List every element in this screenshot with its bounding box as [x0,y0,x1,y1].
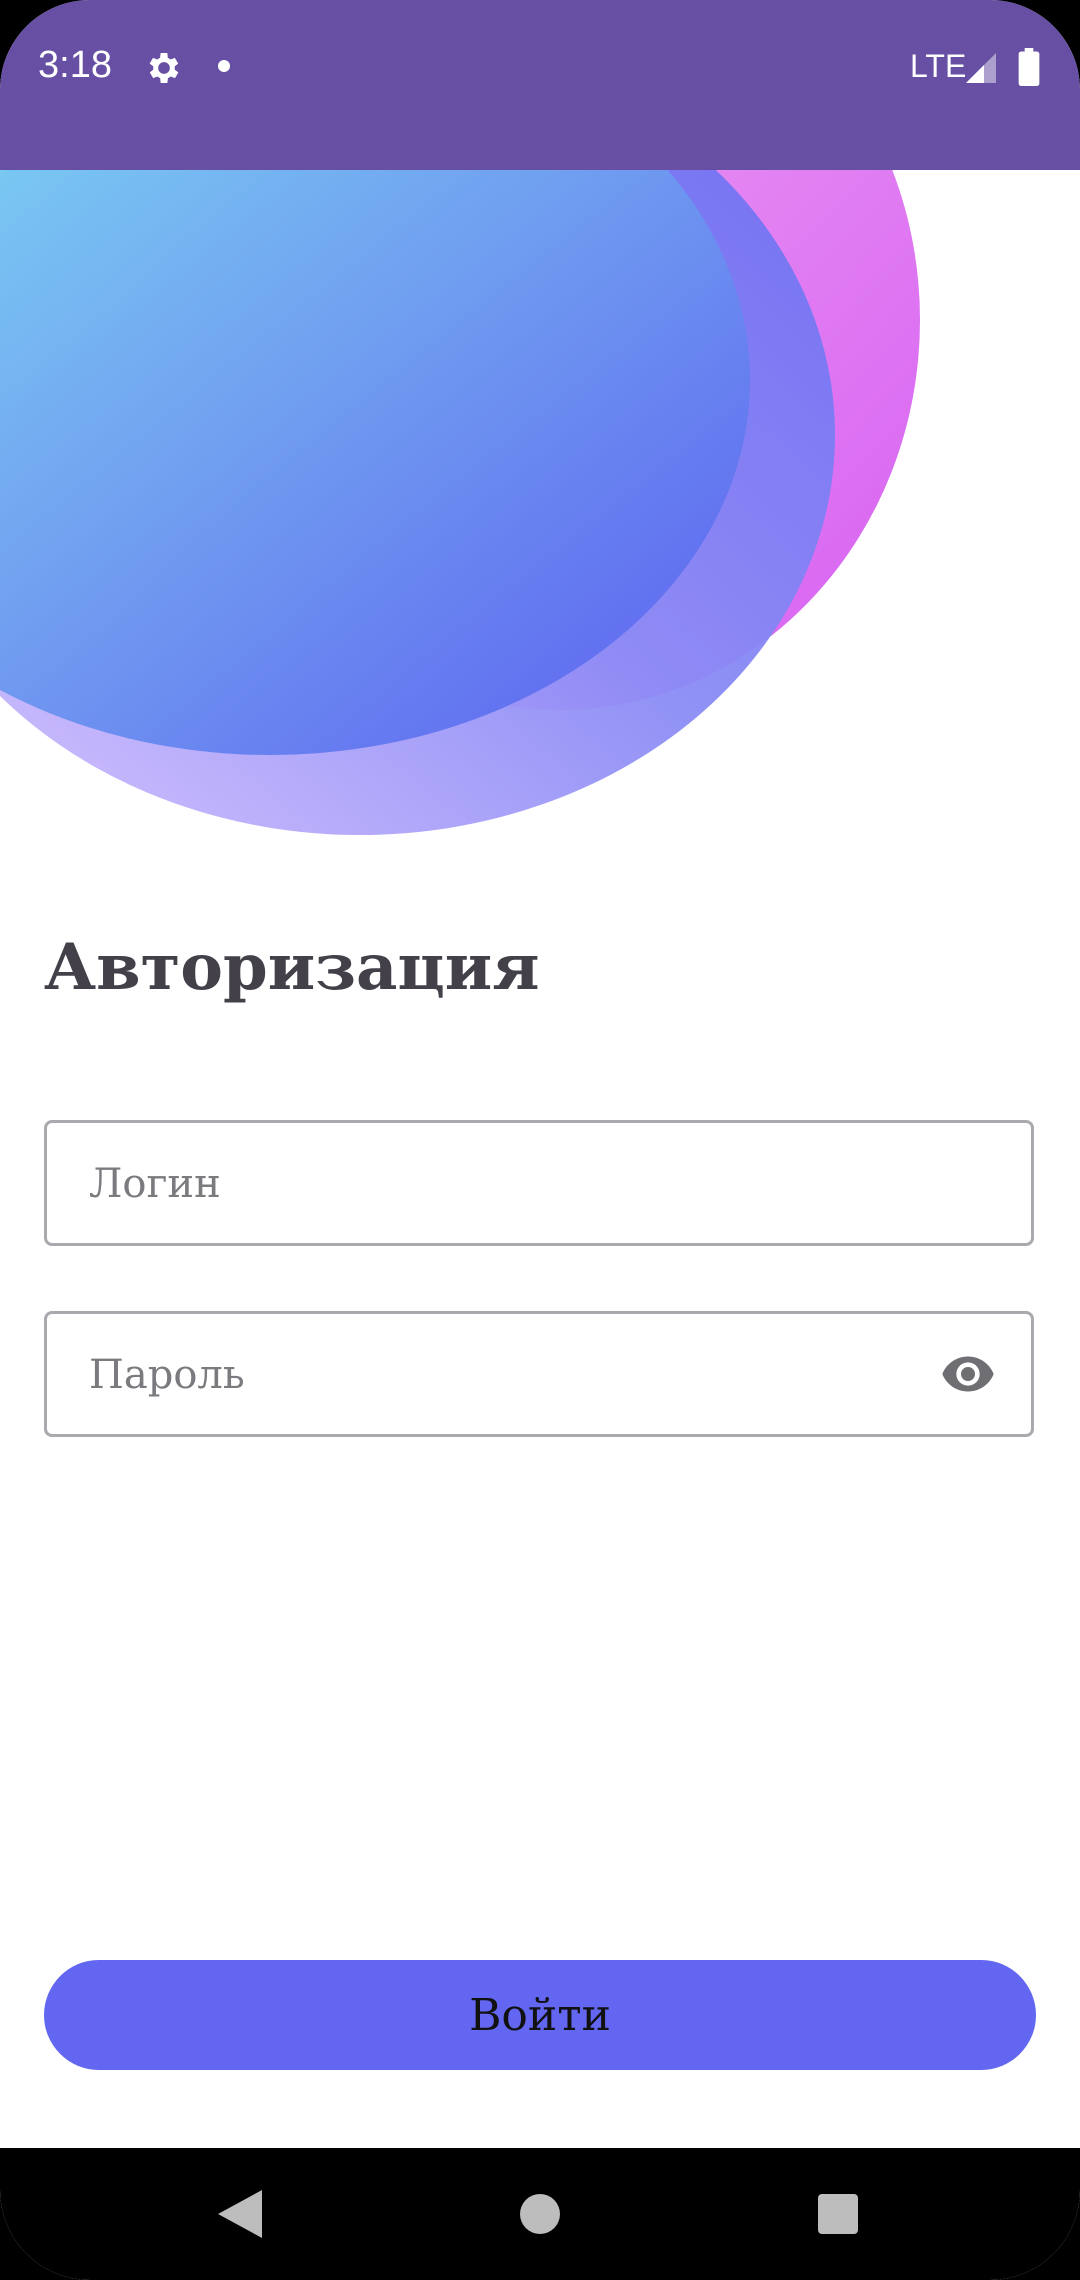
home-icon[interactable] [520,2194,560,2234]
navigation-bar [0,2148,1080,2280]
back-icon[interactable] [218,2190,262,2238]
password-input[interactable] [87,1314,951,1436]
login-button[interactable]: Войти [44,1960,1036,2070]
network-type: LTE [910,48,967,84]
recents-icon[interactable] [818,2194,858,2234]
gear-icon [149,53,179,83]
signal-icon [966,53,996,83]
page-title: Авторизация [44,930,540,1005]
status-time: 3:18 [38,44,112,86]
eye-icon[interactable] [937,1346,999,1402]
decorative-blobs [0,170,920,835]
password-field[interactable] [44,1311,1034,1437]
notification-dot-icon [218,60,230,72]
login-screen: 3:18 LTE Авторизация Логин Войти [0,0,1080,2280]
login-field[interactable] [44,1120,1034,1246]
status-bar: 3:18 LTE [0,0,1080,170]
login-input[interactable] [87,1123,951,1245]
battery-icon [1018,48,1040,86]
